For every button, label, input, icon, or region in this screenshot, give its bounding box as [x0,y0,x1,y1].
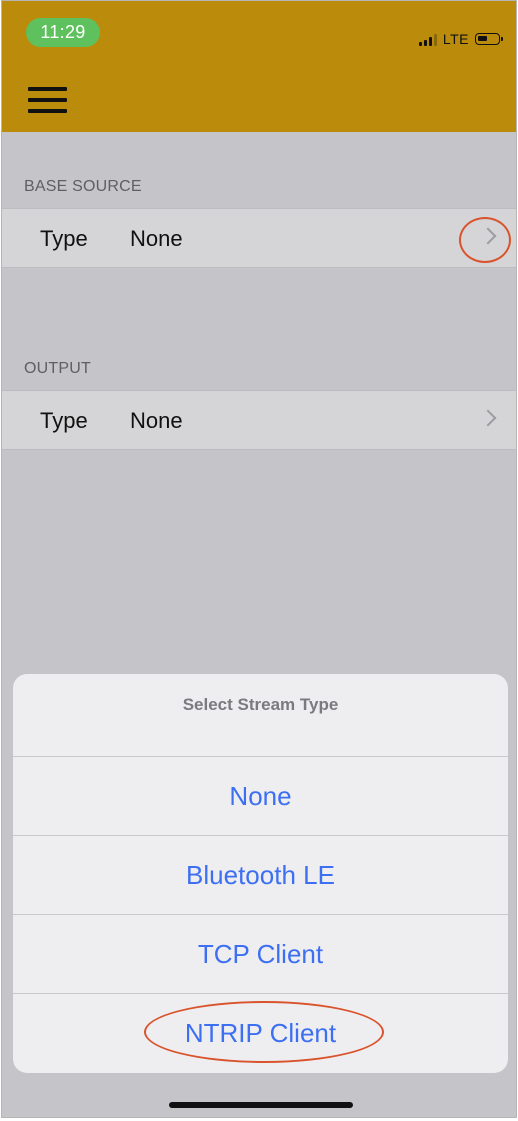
option-ntrip-client-label: NTRIP Client [184,1018,337,1048]
status-indicators: LTE [418,28,503,50]
option-bluetooth-le[interactable]: Bluetooth LE [13,836,508,915]
home-indicator[interactable] [169,1102,353,1108]
hamburger-menu-icon[interactable] [28,87,67,113]
chevron-right-icon [479,409,497,427]
status-time: 11:29 [26,18,100,47]
option-ntrip-client[interactable]: NTRIP Client [13,994,508,1073]
action-sheet-title: Select Stream Type [13,674,508,757]
signal-icon [418,33,437,46]
output-type-row[interactable]: Type None [2,390,516,450]
battery-icon [475,33,503,45]
row-key-label: Type [40,408,88,433]
phone-screen: 11:29 LTE BASE SOURCE Type None OUTPUT T… [1,0,517,1118]
row-value: None [130,408,183,433]
stream-type-action-sheet: Select Stream Type None Bluetooth LE TCP… [13,674,508,1073]
base-source-type-row[interactable]: Type None [2,208,516,268]
section-header-base-source: BASE SOURCE [24,178,142,195]
row-key-label: Type [40,226,88,251]
chevron-right-icon [479,227,497,245]
network-type: LTE [442,31,469,47]
option-none[interactable]: None [13,757,508,836]
app-header: 11:29 LTE [2,1,516,132]
section-header-output: OUTPUT [24,360,91,377]
option-tcp-client[interactable]: TCP Client [13,915,508,994]
row-value: None [130,226,183,251]
